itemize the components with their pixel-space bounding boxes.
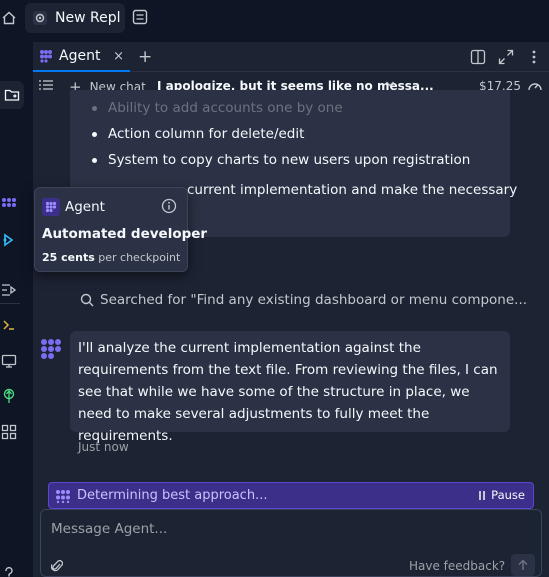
usage-gauge-icon[interactable] <box>527 79 543 97</box>
agent-working-icon <box>56 490 70 503</box>
top-bar: New Repl <box>0 0 549 37</box>
files-icon[interactable] <box>0 81 24 109</box>
search-activity[interactable]: Searched for "Find any existing dashboar… <box>80 292 527 308</box>
help-icon[interactable] <box>0 565 18 577</box>
all-tools-icon[interactable] <box>0 423 18 441</box>
tooltip-role: Automated developer <box>42 226 208 242</box>
pause-icon <box>479 490 486 500</box>
message-timestamp: Just now <box>78 440 129 454</box>
layout-icon[interactable] <box>131 8 149 26</box>
agent-icon <box>42 198 60 216</box>
message-text: I'll analyze the current implementation … <box>78 340 498 444</box>
pause-label: Pause <box>491 488 525 502</box>
agent-tab-icon <box>40 50 52 63</box>
price-unit: per checkpoint <box>98 251 181 264</box>
agent-status-bar: Determining best approach... Pause <box>48 482 534 509</box>
tab-agent[interactable]: Agent × <box>33 42 130 72</box>
send-button[interactable] <box>511 554 535 576</box>
shell-icon[interactable] <box>0 316 18 334</box>
search-icon <box>80 293 94 307</box>
close-tab-icon[interactable]: × <box>113 49 124 64</box>
chat-history-icon[interactable] <box>39 79 53 95</box>
list-item: System to copy charts to new users upon … <box>91 150 470 176</box>
home-icon[interactable] <box>0 6 18 30</box>
deploy-icon[interactable] <box>0 387 18 405</box>
pause-button[interactable]: Pause <box>479 488 525 502</box>
split-pane-icon[interactable] <box>469 48 487 66</box>
expand-icon[interactable] <box>497 48 515 66</box>
add-tab-button[interactable]: + <box>138 47 152 67</box>
message-input[interactable] <box>51 518 491 540</box>
tab-agent-label: Agent <box>59 48 101 64</box>
repl-tab[interactable]: New Repl <box>25 3 125 33</box>
info-icon[interactable] <box>161 198 177 218</box>
agent-avatar-icon <box>41 339 61 359</box>
agent-tooltip: Agent Automated developer 25 cents per c… <box>34 187 207 272</box>
tooltip-price: 25 cents per checkpoint <box>42 251 180 264</box>
tooltip-title: Agent <box>65 199 105 215</box>
arrow-up-icon <box>518 559 528 570</box>
agent-message-latest: I'll analyze the current implementation … <box>70 331 510 444</box>
attach-icon[interactable] <box>50 559 64 577</box>
repl-name: New Repl <box>55 10 121 26</box>
left-rail <box>0 37 24 577</box>
tab-bar: Agent × + <box>33 42 549 72</box>
message-composer: Have feedback? <box>40 509 542 577</box>
price-amount: 25 cents <box>42 251 95 264</box>
message-text-tail: current implementation and make the nece… <box>187 182 518 198</box>
rail-divider <box>0 303 20 304</box>
console-icon[interactable] <box>0 352 18 370</box>
search-activity-text: Searched for "Find any existing dashboar… <box>100 292 528 308</box>
assistant-icon[interactable] <box>0 231 18 249</box>
list-item: Ability to add accounts one by one <box>91 98 470 124</box>
repl-logo-icon <box>33 11 47 25</box>
workflow-icon[interactable] <box>0 281 18 299</box>
list-item: Action column for delete/edit <box>91 124 470 150</box>
more-options-icon[interactable] <box>525 48 543 66</box>
requirements-list: Ability to add accounts one by one Actio… <box>91 98 470 176</box>
agent-icon[interactable] <box>0 195 18 213</box>
agent-status-text: Determining best approach... <box>77 488 268 503</box>
feedback-link[interactable]: Have feedback? <box>409 559 505 573</box>
agent-pane: Agent × + + New chat I apologize, but it… <box>33 42 549 577</box>
